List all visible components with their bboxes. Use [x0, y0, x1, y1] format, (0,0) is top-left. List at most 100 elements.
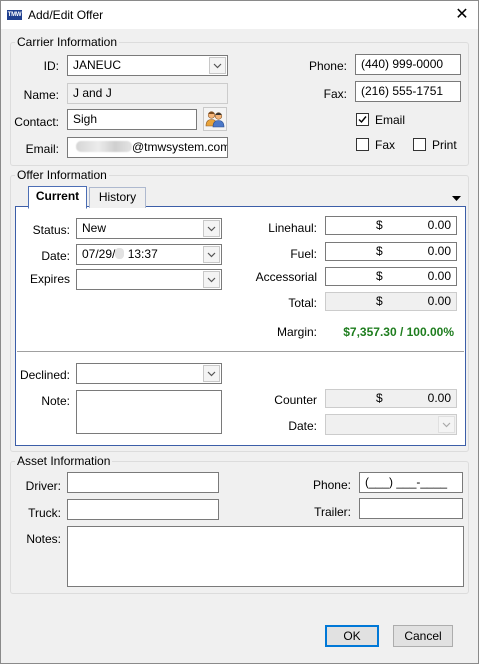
carrier-id-select[interactable]: JANEUC [67, 55, 228, 76]
accessorial-label: Accessorial [255, 270, 317, 284]
email-checkbox-label: Email [375, 113, 406, 127]
offer-divider [17, 351, 464, 352]
print-checkbox[interactable] [413, 138, 426, 151]
fuel-label: Fuel: [290, 247, 317, 261]
status-value: New [82, 221, 107, 235]
margin-label: Margin: [276, 325, 317, 339]
triangle-down-icon[interactable] [452, 196, 461, 202]
truck-field[interactable] [67, 499, 219, 520]
counter-field: $ 0.00 [325, 389, 457, 408]
carrier-id-value: JANEUC [73, 58, 122, 72]
asset-phone-field[interactable]: (___) ___-____ [359, 472, 463, 493]
add-edit-offer-dialog: TMW Add/Edit Offer ✕ Carrier Information… [0, 0, 479, 664]
carrier-phone-field[interactable]: (440) 999-0000 [355, 54, 461, 75]
chevron-down-icon [207, 371, 216, 376]
status-dropdown-button[interactable] [203, 220, 220, 237]
trailer-label: Trailer: [314, 505, 351, 519]
fax-checkbox[interactable] [356, 138, 369, 151]
window-title: Add/Edit Offer [28, 8, 104, 22]
counter-date-label: Date: [288, 419, 317, 433]
offer-date-time: 13:37 [124, 247, 158, 261]
email-field[interactable]: @tmwsystem.com [67, 137, 228, 158]
offer-information-legend: Offer Information [15, 168, 109, 182]
status-label: Status: [32, 223, 70, 237]
close-icon: ✕ [455, 6, 469, 23]
contact-label: Contact: [14, 115, 59, 129]
close-button[interactable]: ✕ [447, 3, 477, 27]
expires-picker[interactable] [76, 269, 222, 290]
email-checkbox[interactable] [356, 113, 369, 126]
offer-date-prefix: 07/29/ [82, 247, 116, 261]
asset-information-legend: Asset Information [15, 454, 113, 468]
counter-amount: 0.00 [427, 391, 451, 405]
tab-current[interactable]: Current [28, 186, 87, 209]
status-select[interactable]: New [76, 218, 222, 239]
accessorial-field[interactable]: $ 0.00 [325, 267, 457, 286]
carrier-fax-field[interactable]: (216) 555-1751 [355, 81, 461, 102]
offer-date-dropdown-button[interactable] [203, 246, 220, 263]
fuel-field[interactable]: $ 0.00 [325, 242, 457, 261]
total-label: Total: [288, 296, 317, 310]
note-textarea[interactable] [76, 390, 222, 434]
total-field: $ 0.00 [325, 292, 457, 311]
chevron-down-icon [442, 422, 451, 427]
linehaul-field[interactable]: $ 0.00 [325, 216, 457, 235]
linehaul-currency: $ [376, 218, 383, 232]
counter-date-dropdown-button [438, 416, 455, 433]
total-amount: 0.00 [427, 294, 451, 308]
carrier-phone-label: Phone: [308, 59, 347, 73]
carrier-id-label: ID: [43, 59, 59, 73]
fuel-amount: 0.00 [427, 244, 451, 258]
chevron-down-icon [213, 63, 222, 68]
counter-currency: $ [376, 391, 383, 405]
print-checkbox-label: Print [432, 138, 457, 152]
asset-phone-label: Phone: [312, 478, 351, 492]
accessorial-currency: $ [376, 269, 383, 283]
chevron-down-icon [207, 252, 216, 257]
carrier-name-label: Name: [23, 88, 59, 102]
carrier-name-field[interactable]: J and J [67, 83, 228, 104]
ok-button[interactable]: OK [325, 625, 379, 647]
driver-field[interactable] [67, 472, 219, 493]
declined-dropdown-button[interactable] [203, 365, 220, 382]
carrier-id-dropdown-button[interactable] [209, 57, 226, 74]
tab-history-label: History [98, 190, 137, 204]
people-icon [205, 111, 225, 128]
carrier-information-legend: Carrier Information [15, 35, 120, 49]
margin-value: $7,357.30 / 100.00% [343, 325, 454, 339]
chevron-down-icon [207, 277, 216, 282]
declined-select[interactable] [76, 363, 222, 384]
fax-checkbox-label: Fax [375, 138, 396, 152]
title-bar: TMW Add/Edit Offer ✕ [1, 1, 478, 29]
offer-date-picker[interactable]: 07/29/ 13:37 [76, 244, 222, 265]
expires-label: Expires [29, 272, 70, 286]
contact-field[interactable]: Sigh [67, 109, 197, 130]
chevron-down-icon [207, 226, 216, 231]
tab-current-label: Current [35, 189, 80, 203]
fuel-currency: $ [376, 244, 383, 258]
email-label: Email: [25, 142, 59, 156]
declined-label: Declined: [19, 368, 70, 382]
total-currency: $ [376, 294, 383, 308]
notes-textarea[interactable] [67, 526, 464, 587]
email-domain: @tmwsystem.com [132, 140, 228, 154]
linehaul-amount: 0.00 [427, 218, 451, 232]
tab-history[interactable]: History [89, 187, 146, 208]
counter-date-picker [325, 414, 457, 435]
driver-label: Driver: [25, 479, 61, 493]
date-label: Date: [41, 249, 70, 263]
truck-label: Truck: [28, 506, 61, 520]
trailer-field[interactable] [359, 498, 463, 519]
carrier-fax-label: Fax: [323, 87, 347, 101]
accessorial-amount: 0.00 [427, 269, 451, 283]
app-logo-icon: TMW [7, 10, 22, 20]
note-label: Note: [41, 394, 70, 408]
redacted-email-user [76, 141, 132, 152]
cancel-button[interactable]: Cancel [393, 625, 453, 647]
expires-dropdown-button[interactable] [203, 271, 220, 288]
notes-label: Notes: [26, 532, 61, 546]
counter-label: Counter [274, 393, 317, 407]
linehaul-label: Linehaul: [268, 221, 317, 235]
checkmark-icon [358, 116, 367, 124]
contact-lookup-button[interactable] [203, 107, 227, 131]
